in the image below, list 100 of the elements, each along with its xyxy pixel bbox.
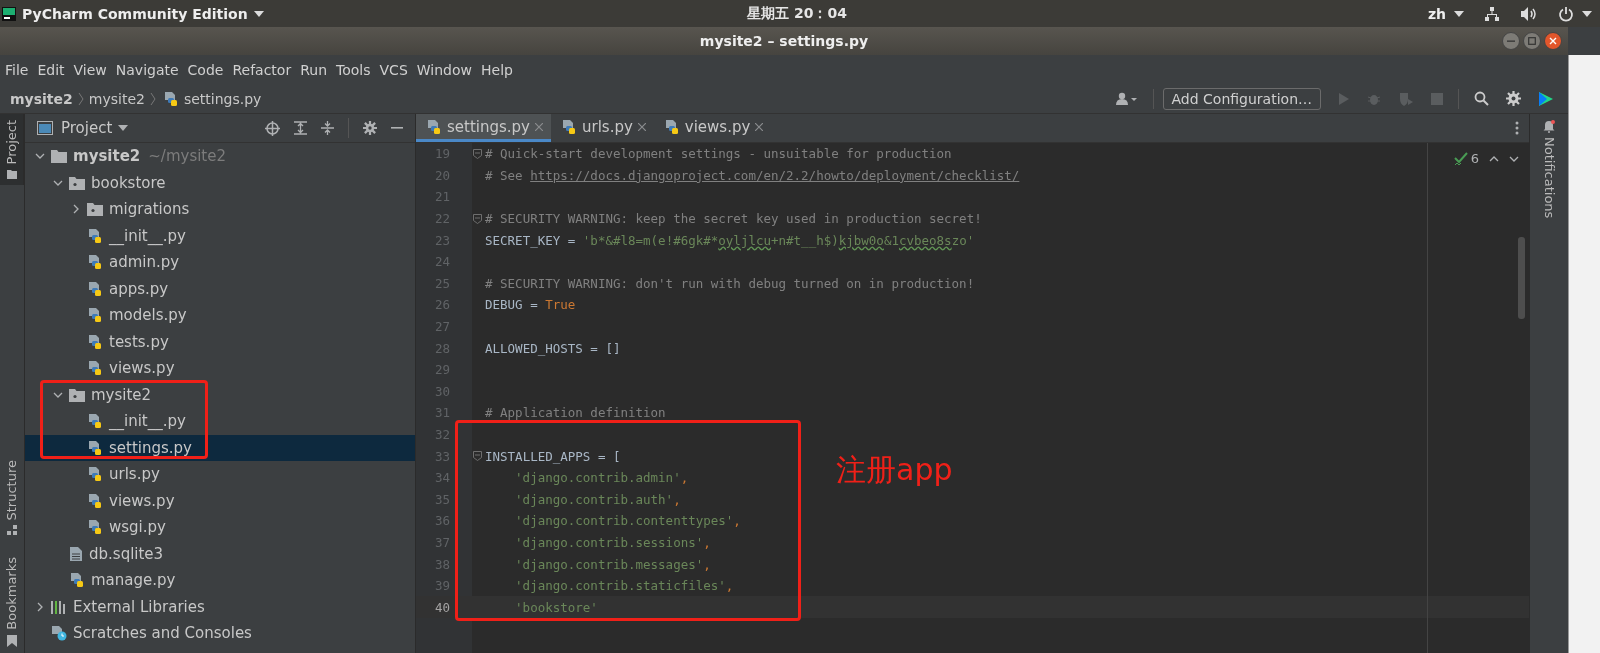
scratch-file-icon (51, 625, 67, 642)
settings-icon[interactable] (363, 121, 377, 135)
code-line: # Application definition (485, 405, 666, 421)
project-view-dropdown[interactable]: Project (61, 119, 113, 137)
python-file-icon (69, 572, 85, 589)
tree-row[interactable]: Scratches and Consoles (25, 620, 415, 647)
python-file-icon (87, 360, 103, 377)
menu-item[interactable]: Navigate (115, 61, 179, 78)
panel-icon (37, 121, 53, 135)
code-line: 'django.contrib.auth', (514, 491, 681, 507)
menu-item[interactable]: File (5, 61, 29, 78)
more-icon[interactable] (1515, 121, 1519, 135)
menu-item[interactable]: Refactor (232, 61, 292, 78)
tree-row[interactable]: mysite2 ~/mysite2 (25, 143, 415, 170)
tree-row[interactable]: __init__.py (25, 222, 415, 249)
fold-icon[interactable] (473, 451, 482, 462)
tree-row[interactable]: db.sqlite3 (25, 540, 415, 567)
code-line: 'django.contrib.sessions', (514, 535, 711, 550)
breadcrumb[interactable]: settings.py (183, 90, 262, 107)
tool-window-tab[interactable]: Project (0, 114, 24, 186)
menu-item[interactable]: Help (481, 61, 513, 78)
python-file-icon (87, 466, 103, 483)
caret-icon (253, 10, 264, 17)
tree-row[interactable]: admin.py (25, 249, 415, 276)
collapse-all-icon[interactable] (321, 121, 334, 135)
plugin-logo-icon[interactable] (1538, 90, 1554, 107)
tree-row[interactable]: settings.py (25, 434, 415, 461)
chevron-up-icon[interactable] (1489, 155, 1499, 162)
tree-item-label: mysite2 (91, 385, 152, 404)
tree-row[interactable]: apps.py (25, 275, 415, 302)
clock[interactable]: 星期五 20：04 (747, 4, 847, 23)
settings-icon[interactable] (1506, 91, 1521, 106)
code-line: # SECURITY WARNING: keep the secret key used in production secret! (485, 211, 982, 227)
tree-item-label: Scratches and Consoles (73, 624, 252, 643)
fold-icon[interactable] (473, 213, 482, 224)
menu-item[interactable]: Code (187, 61, 224, 78)
python-file-icon (87, 413, 103, 430)
line-number: 40 (433, 599, 450, 615)
code-line: 'django.contrib.admin', (514, 470, 689, 486)
window-title: mysite2 – settings.py (699, 33, 869, 49)
menu-item[interactable]: Edit (37, 61, 65, 78)
menu-item[interactable]: Tools (336, 61, 371, 78)
close-icon (1549, 37, 1557, 45)
chevron-down-icon[interactable] (1509, 155, 1519, 162)
tree-row[interactable]: wsgi.py (25, 514, 415, 541)
close-icon[interactable] (637, 122, 646, 131)
tool-window-tab[interactable]: Bookmarks (0, 551, 24, 653)
tree-row[interactable]: mysite2 (25, 381, 415, 408)
tree-row[interactable]: manage.py (25, 567, 415, 594)
python-file-icon (87, 492, 103, 509)
menu-item[interactable]: Window (416, 61, 472, 78)
locate-icon[interactable] (265, 120, 280, 136)
close-button[interactable] (1544, 32, 1562, 50)
breadcrumb[interactable]: mysite2 (88, 90, 145, 107)
code-line: SECRET_KEY = 'b*&#l8=m(e!#6gk#*oyljlcu+n#t__h$)kjbw0o&1cvbeo8szo' (485, 232, 975, 248)
volume-icon[interactable] (1520, 5, 1538, 22)
menu-item[interactable]: View (73, 61, 107, 78)
scrollbar-thumb[interactable] (1518, 237, 1525, 319)
tree-row[interactable]: migrations (25, 196, 415, 223)
menu-item[interactable]: Run (300, 61, 328, 78)
add-configuration-button[interactable]: Add Configuration… (1162, 87, 1321, 110)
user-icon[interactable] (1115, 91, 1138, 106)
tree-item-label: settings.py (109, 438, 192, 457)
expand-all-icon[interactable] (294, 121, 307, 135)
folder-icon (6, 169, 17, 180)
menu-item[interactable]: VCS (379, 61, 408, 78)
search-icon[interactable] (1474, 91, 1489, 106)
tree-item-label: bookstore (91, 173, 166, 192)
power-icon[interactable] (1558, 5, 1574, 22)
app-menu[interactable]: PyCharm Community Edition (22, 5, 248, 22)
tree-row[interactable]: __init__.py (25, 408, 415, 435)
fold-icon[interactable] (473, 148, 482, 159)
square-icon (1528, 37, 1536, 45)
editor-tab[interactable]: views.py (653, 114, 772, 142)
close-icon[interactable] (755, 122, 764, 131)
input-method-menu[interactable]: zh (1427, 5, 1446, 22)
tree-row[interactable]: urls.py (25, 461, 415, 488)
python-file-icon (87, 307, 103, 324)
inspection-count[interactable]: 6 (1470, 151, 1479, 166)
app-logo-icon (2, 6, 16, 21)
tool-window-tab[interactable]: Notifications (1541, 114, 1557, 219)
code-line: # See https://docs.djangoproject.com/en/2.2/howto/deployment/checklist/ (485, 167, 1020, 183)
tree-item-label: admin.py (109, 253, 180, 272)
editor-tab[interactable]: settings.py (416, 114, 551, 142)
tree-row[interactable]: bookstore (25, 169, 415, 196)
tree-row[interactable]: models.py (25, 302, 415, 329)
tree-row[interactable]: views.py (25, 355, 415, 382)
tree-row[interactable]: views.py (25, 487, 415, 514)
tree-row[interactable]: External Libraries (25, 593, 415, 620)
tree-item-label: tests.py (109, 332, 169, 351)
bell-icon (1543, 120, 1555, 133)
tab-label: urls.py (582, 117, 633, 136)
tool-window-tab[interactable]: Structure (0, 453, 24, 542)
tree-row[interactable]: tests.py (25, 328, 415, 355)
minimize-button[interactable] (1502, 32, 1520, 50)
editor-tab[interactable]: urls.py (551, 114, 654, 142)
breadcrumb[interactable]: mysite2 (10, 90, 73, 107)
package-folder-icon (69, 387, 85, 402)
network-icon[interactable] (1484, 5, 1500, 22)
tree-item-label: urls.py (109, 465, 160, 484)
